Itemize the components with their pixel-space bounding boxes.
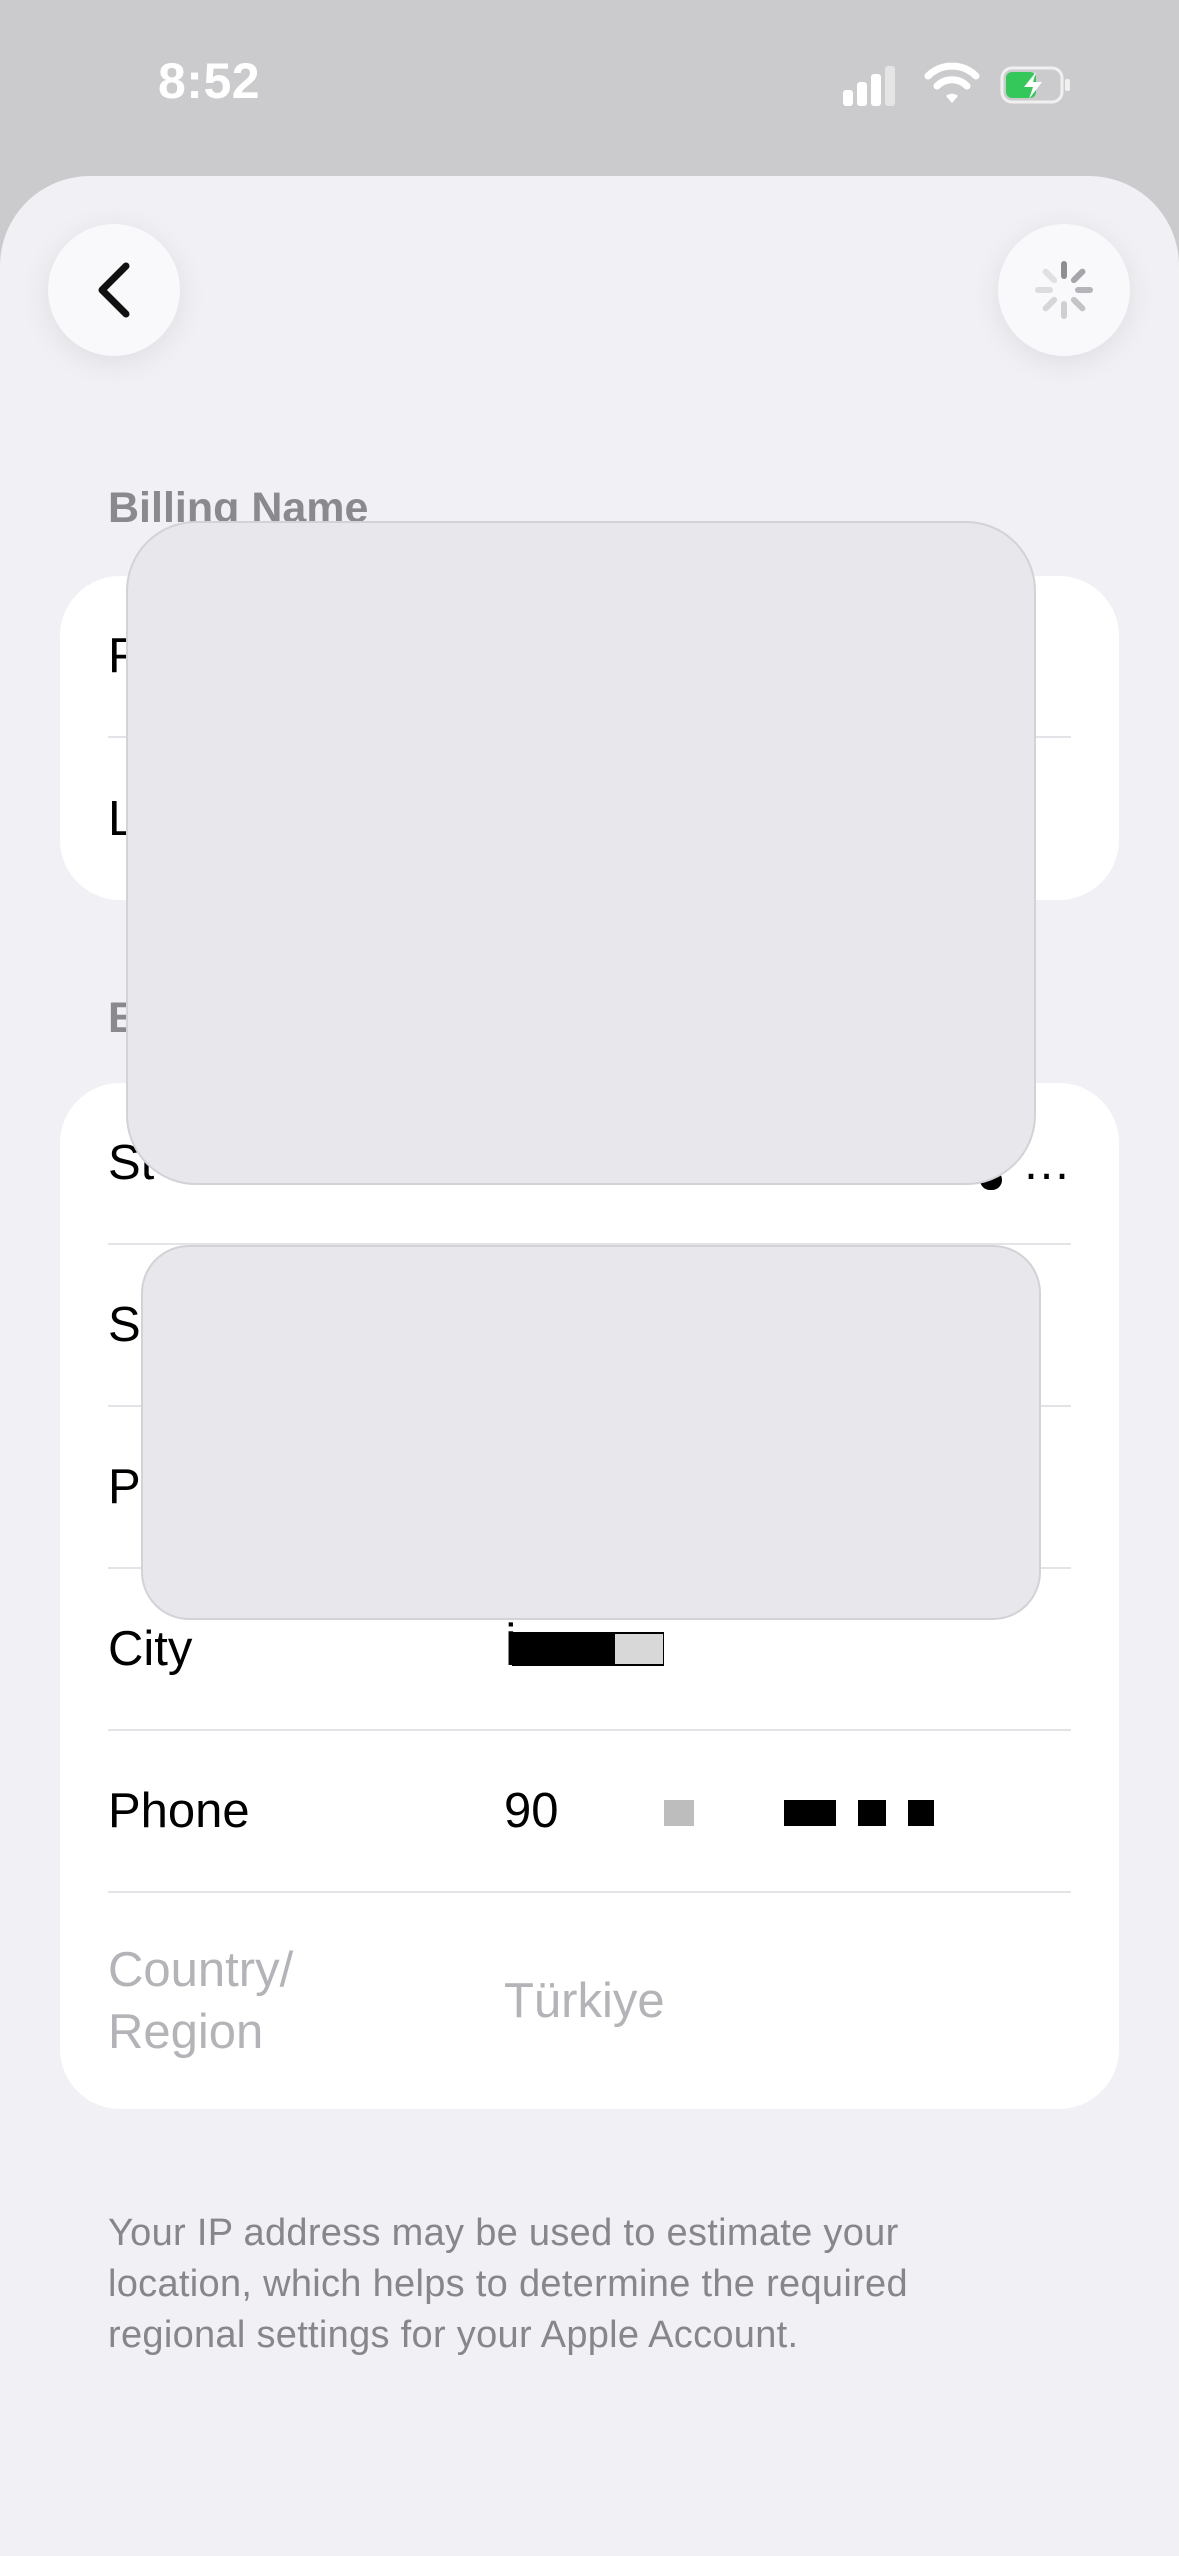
redaction-overlay-bottom bbox=[141, 1245, 1041, 1620]
cellular-signal-icon bbox=[843, 66, 895, 106]
wifi-icon bbox=[924, 62, 980, 106]
back-button[interactable] bbox=[48, 224, 180, 356]
chevron-left-icon bbox=[98, 262, 130, 318]
redaction-mark bbox=[664, 1800, 694, 1826]
redaction-mark bbox=[784, 1800, 836, 1826]
status-time: 8:52 bbox=[158, 53, 261, 109]
ip-address-note: Your IP address may be used to estimate … bbox=[108, 2212, 908, 2356]
country-region-row: Country/ Region Türkiye bbox=[108, 1893, 1071, 2109]
redaction-mark bbox=[908, 1800, 934, 1826]
redaction-mark bbox=[858, 1800, 886, 1826]
battery-charging-icon bbox=[1000, 66, 1072, 104]
redaction-overlay-top bbox=[126, 521, 1036, 1185]
status-bar: 8:52 bbox=[0, 0, 1179, 176]
city-label: City bbox=[108, 1622, 193, 1676]
loading-spinner-button bbox=[998, 224, 1130, 356]
country-region-value: Türkiye bbox=[504, 1974, 665, 2028]
redaction-mark bbox=[615, 1634, 663, 1664]
country-region-label: Country/ Region bbox=[108, 1943, 294, 2059]
phone-label: Phone bbox=[108, 1784, 250, 1838]
loading-spinner-icon bbox=[1035, 261, 1093, 319]
